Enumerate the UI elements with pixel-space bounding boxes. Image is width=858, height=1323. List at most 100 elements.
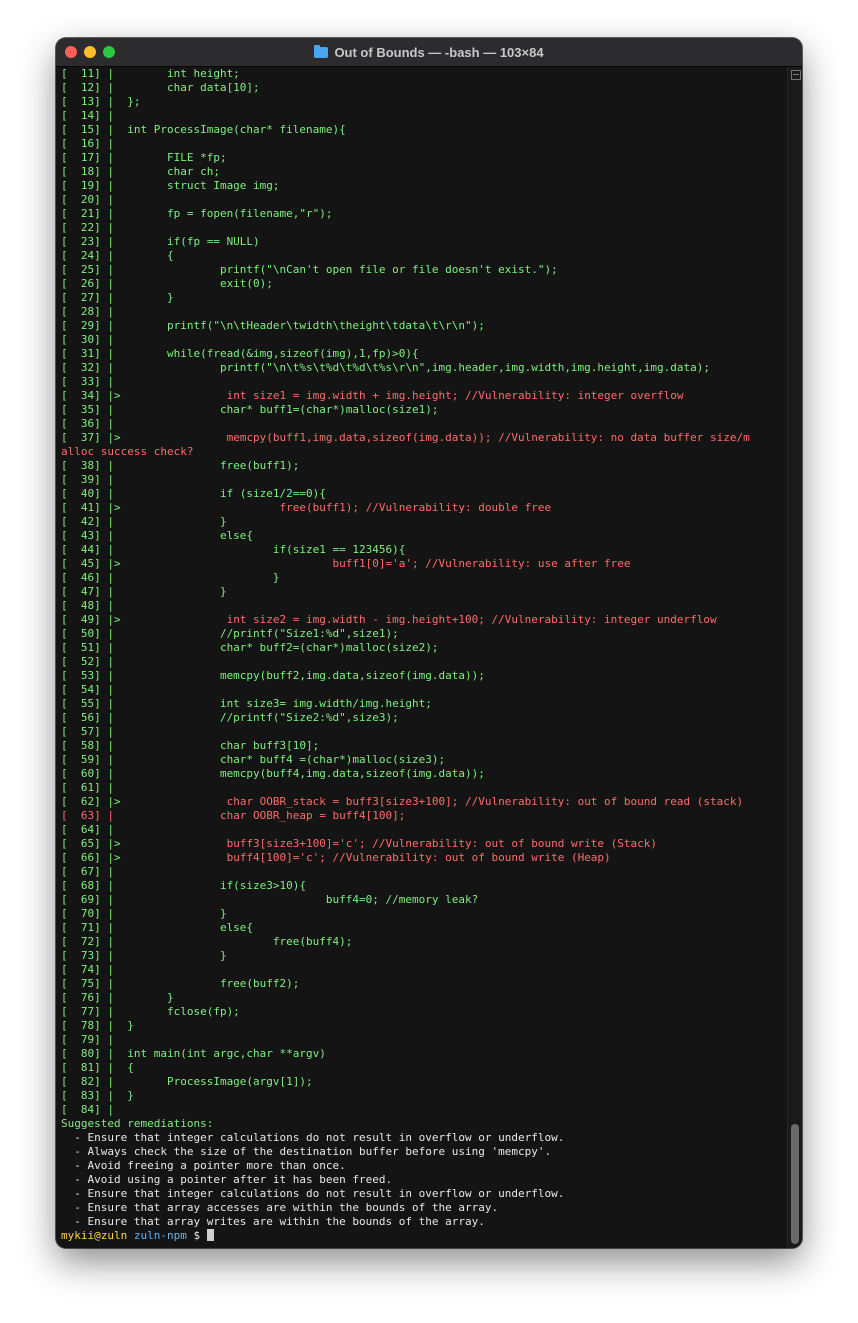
code-line: [ 35] | char* buff1=(char*)malloc(size1)… <box>61 403 439 416</box>
code-line: [ 70] | } <box>61 907 227 920</box>
code-line: [ 80] | int main(int argc,char **argv) <box>61 1047 326 1060</box>
code-line: [ 23] | if(fp == NULL) <box>61 235 260 248</box>
text-cursor <box>206 1229 214 1241</box>
code-line: [ 81] | { <box>61 1061 134 1074</box>
code-line: [ 68] | if(size3>10){ <box>61 879 307 892</box>
scrollbar-thumb[interactable] <box>791 1124 799 1244</box>
code-line: [ 84] | <box>61 1103 114 1116</box>
code-line: [ 53] | memcpy(buff2,img.data,sizeof(img… <box>61 669 485 682</box>
code-line: [ 61] | <box>61 781 114 794</box>
vulnerability-code: free(buff1); //Vulnerability: double fre… <box>120 501 552 514</box>
code-line: [ 45] |> buff1[0]='a'; //Vulnerability: … <box>61 557 786 571</box>
shell-prompt[interactable]: mykii@zuln zuln-npm $ <box>61 1229 786 1243</box>
code-line: [ 55] | int size3= img.width/img.height; <box>61 697 432 710</box>
code-line: [ 40] | if (size1/2==0){ <box>61 487 326 500</box>
code-line: [ 14] | <box>61 109 114 122</box>
code-line: [ 34] |> int size1 = img.width + img.hei… <box>61 389 786 403</box>
code-line: [ 77] | fclose(fp); <box>61 1005 240 1018</box>
line-number-gutter: [ 45] |> <box>61 557 121 570</box>
code-line: [ 31] | while(fread(&img,sizeof(img),1,f… <box>61 347 419 360</box>
code-line: [ 36] | <box>61 417 114 430</box>
code-line: [ 22] | <box>61 221 114 234</box>
terminal-output[interactable]: [ 11] | int height;[ 12] | char data[10]… <box>61 67 786 1248</box>
remediation-item: - Ensure that integer calculations do no… <box>61 1187 565 1200</box>
code-line: [ 13] | }; <box>61 95 141 108</box>
line-number-gutter: [ 65] |> <box>61 837 121 850</box>
line-number-gutter: [ 34] |> <box>61 389 121 402</box>
line-number-gutter: [ 62] |> <box>61 795 121 808</box>
code-line: [ 57] | <box>61 725 114 738</box>
code-line: [ 58] | char buff3[10]; <box>61 739 320 752</box>
code-line: [ 29] | printf("\n\tHeader\twidth\theigh… <box>61 319 485 332</box>
code-line: [ 38] | free(buff1); <box>61 459 300 472</box>
code-line: [ 48] | <box>61 599 114 612</box>
remediation-item: - Avoid using a pointer after it has bee… <box>61 1173 393 1186</box>
scroll-collapse-icon[interactable] <box>791 70 801 80</box>
vulnerability-code: buff1[0]='a'; //Vulnerability: use after… <box>120 557 631 570</box>
vulnerability-code: buff3[size3+100]='c'; //Vulnerability: o… <box>120 837 658 850</box>
code-line: [ 39] | <box>61 473 114 486</box>
code-line: [ 79] | <box>61 1033 114 1046</box>
remediation-item: - Ensure that integer calculations do no… <box>61 1131 565 1144</box>
code-line: [ 16] | <box>61 137 114 150</box>
window-title-wrap: Out of Bounds — -bash — 103×84 <box>56 38 802 66</box>
code-line: [ 66] |> buff4[100]='c'; //Vulnerability… <box>61 851 786 865</box>
remediation-item: - Avoid freeing a pointer more than once… <box>61 1159 346 1172</box>
code-line: [ 47] | } <box>61 585 227 598</box>
line-number-gutter: [ 66] |> <box>61 851 121 864</box>
code-line: [ 32] | printf("\n\t%s\t%d\t%d\t%s\r\n",… <box>61 361 711 374</box>
code-line: [ 41] |> free(buff1); //Vulnerability: d… <box>61 501 786 515</box>
code-line: [ 51] | char* buff2=(char*)malloc(size2)… <box>61 641 439 654</box>
code-line: [ 62] |> char OOBR_stack = buff3[size3+1… <box>61 795 786 809</box>
code-line: [ 67] | <box>61 865 114 878</box>
vulnerability-line: [ 63] | char OOBR_heap = buff4[100]; <box>61 809 406 822</box>
prompt-directory: zuln-npm <box>133 1229 187 1242</box>
code-line: [ 71] | else{ <box>61 921 254 934</box>
code-line: [ 60] | memcpy(buff4,img.data,sizeof(img… <box>61 767 485 780</box>
code-line: [ 49] |> int size2 = img.width - img.hei… <box>61 613 786 627</box>
prompt-symbol: $ <box>193 1229 201 1242</box>
code-line: [ 11] | int height; <box>61 67 240 80</box>
code-line: [ 64] | <box>61 823 114 836</box>
code-line: [ 12] | char data[10]; <box>61 81 260 94</box>
code-line: [ 37] |> memcpy(buff1,img.data,sizeof(im… <box>61 431 786 445</box>
window-title: Out of Bounds — -bash — 103×84 <box>334 44 544 60</box>
code-line: [ 78] | } <box>61 1019 134 1032</box>
code-line: [ 18] | char ch; <box>61 165 220 178</box>
code-line: [ 20] | <box>61 193 114 206</box>
line-number-gutter: [ 41] |> <box>61 501 121 514</box>
code-line: [ 52] | <box>61 655 114 668</box>
code-line: [ 43] | else{ <box>61 529 254 542</box>
vulnerability-code: int size2 = img.width - img.height+100; … <box>120 613 717 626</box>
code-line: [ 42] | } <box>61 515 227 528</box>
vulnerability-line: alloc success check? <box>61 445 194 458</box>
code-line: [ 76] | } <box>61 991 174 1004</box>
title-bar[interactable]: Out of Bounds — -bash — 103×84 <box>56 38 802 67</box>
code-line: [ 69] | buff4=0; //memory leak? <box>61 893 479 906</box>
terminal-window: Out of Bounds — -bash — 103×84 [ 11] | i… <box>56 38 802 1248</box>
code-line: [ 65] |> buff3[size3+100]='c'; //Vulnera… <box>61 837 786 851</box>
remediation-item: - Ensure that array writes are within th… <box>61 1215 485 1228</box>
vulnerability-code: memcpy(buff1,img.data,sizeof(img.data));… <box>120 431 750 444</box>
code-line: [ 30] | <box>61 333 114 346</box>
scrollbar[interactable] <box>787 67 802 1248</box>
code-line: [ 19] | struct Image img; <box>61 179 280 192</box>
line-number-gutter: [ 37] |> <box>61 431 121 444</box>
code-line: [ 73] | } <box>61 949 227 962</box>
code-line: [ 44] | if(size1 == 123456){ <box>61 543 406 556</box>
vulnerability-code: int size1 = img.width + img.height; //Vu… <box>120 389 684 402</box>
code-line: [ 83] | } <box>61 1089 134 1102</box>
remediation-item: - Ensure that array accesses are within … <box>61 1201 499 1214</box>
remediation-item: - Always check the size of the destinati… <box>61 1145 552 1158</box>
code-line: [ 15] | int ProcessImage(char* filename)… <box>61 123 346 136</box>
code-line: [ 74] | <box>61 963 114 976</box>
code-line: [ 59] | char* buff4 =(char*)malloc(size3… <box>61 753 446 766</box>
code-line: [ 56] | //printf("Size2:%d",size3); <box>61 711 399 724</box>
code-line: [ 72] | free(buff4); <box>61 935 353 948</box>
code-line: [ 82] | ProcessImage(argv[1]); <box>61 1075 313 1088</box>
remediations-heading: Suggested remediations: <box>61 1117 214 1130</box>
code-line: [ 17] | FILE *fp; <box>61 151 227 164</box>
code-line: [ 27] | } <box>61 291 174 304</box>
prompt-user: mykii@zuln <box>61 1229 128 1242</box>
code-line: [ 28] | <box>61 305 114 318</box>
